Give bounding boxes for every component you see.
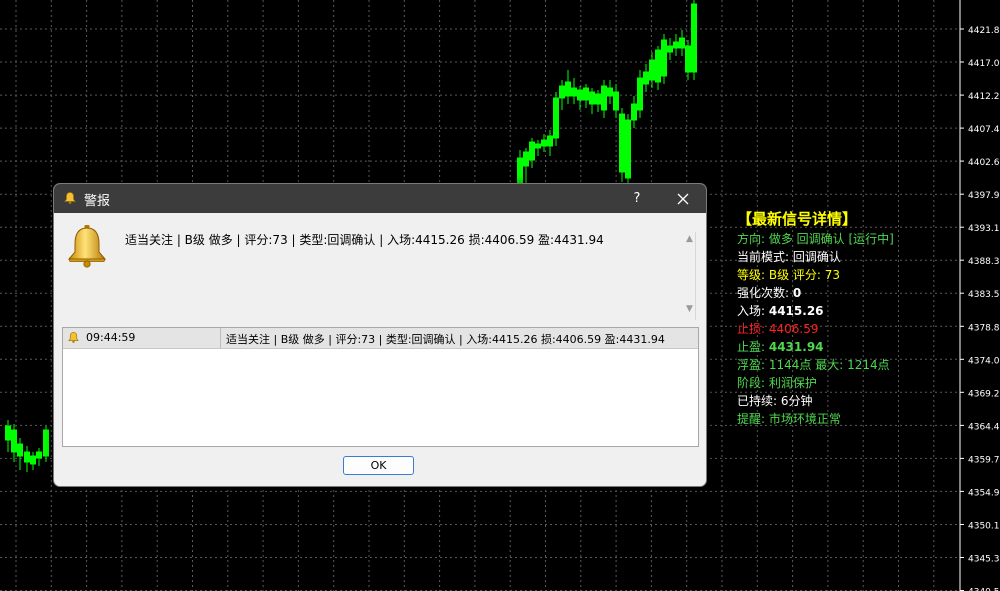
candlestick [619,108,625,182]
price-label: 4407.40 [968,125,1000,135]
signal-info-value: 4431.94 [768,340,824,354]
signal-info-panel: 【最新信号详情】 方向: 做多 回调确认 [运行中] 当前模式: 回调确认 等级: … [737,208,977,428]
alert-message: 适当关注 | B级 做多 | 评分:73 | 类型:回调确认 | 入场:4415… [125,233,604,247]
close-button[interactable] [672,188,694,210]
price-label: 4397.90 [968,191,1000,201]
signal-info-label: 入场: [737,304,769,318]
dialog-titlebar[interactable]: 警报 ? [54,184,706,213]
signal-info-title: 【最新信号详情】 [737,210,858,228]
price-label: 4350.10 [968,522,1000,532]
signal-info-line: 阶段: 利润保护 [737,374,977,392]
signal-info-value: 6分钟 [780,394,813,408]
signal-info-line: 浮盈: 1144点 最大: 1214点 [737,356,977,374]
signal-info-lines: 方向: 做多 回调确认 [运行中] 当前模式: 回调确认 等级: B级 评分: 73… [737,230,977,428]
price-label: 4402.60 [968,158,1000,168]
alert-time: 09:44:59 [86,331,136,344]
signal-info-value: B级 评分: 73 [768,268,841,282]
signal-info-label: 止盈: [737,340,769,354]
signal-info-value: 回调确认 [792,250,841,264]
price-label: 4359.70 [968,455,1000,465]
signal-info-line: 方向: 做多 回调确认 [运行中] [737,230,977,248]
signal-info-line: 止损: 4406.59 [737,320,977,338]
dialog-title: 警报 [84,194,111,209]
signal-info-label: 方向: [737,232,769,246]
candlestick [625,114,631,186]
signal-info-label: 阶段: [737,376,769,390]
scroll-up-arrow-icon[interactable]: ▲ [686,234,693,244]
signal-info-label: 浮盈: [737,358,769,372]
signal-info-value: 利润保护 [768,376,817,390]
message-scrollbar[interactable] [695,232,696,320]
signal-info-line: 入场: 4415.26 [737,302,977,320]
price-label: 4345.30 [968,555,1000,565]
signal-info-line: 强化次数: 0 [737,284,977,302]
alert-dialog: 警报 ? 适当关注 | B级 做多 | 评分:73 | 类型:回调确认 | 入场… [53,183,707,487]
price-label: 4340.50 [968,588,1000,591]
bell-icon [67,225,107,268]
signal-info-value: 4415.26 [768,304,824,318]
bell-icon [68,332,79,343]
alert-history-list[interactable]: 09:44:59 适当关注 | B级 做多 | 评分:73 | 类型:回调确认 … [62,327,699,447]
signal-info-label: 强化次数: [737,286,793,300]
signal-info-value: 市场环境正常 [768,412,841,426]
signal-info-value: 4406.59 [768,322,819,336]
signal-info-line: 提醒: 市场环境正常 [737,410,977,428]
scroll-down-arrow-icon[interactable]: ▼ [686,304,693,314]
table-row[interactable]: 09:44:59 适当关注 | B级 做多 | 评分:73 | 类型:回调确认 … [63,328,698,349]
close-icon [677,193,689,205]
price-label: 4354.90 [968,488,1000,498]
ok-button[interactable]: OK [343,456,414,475]
column-separator [220,328,221,348]
candlestick [553,92,559,146]
alert-row-message: 适当关注 | B级 做多 | 评分:73 | 类型:回调确认 | 入场:4415… [226,333,665,346]
signal-info-line: 止盈: 4431.94 [737,338,977,356]
signal-info-line: 当前模式: 回调确认 [737,248,977,266]
signal-info-label: 已持续: [737,394,781,408]
bell-icon [64,192,76,204]
price-label: 4417.00 [968,59,1000,69]
price-label: 4421.80 [968,26,1000,36]
signal-info-value: 0 [792,286,802,300]
signal-info-label: 提醒: [737,412,769,426]
candlestick [661,34,667,84]
signal-info-line: 等级: B级 评分: 73 [737,266,977,284]
signal-info-value: 1144点 最大: 1214点 [768,358,890,372]
signal-info-label: 当前模式: [737,250,793,264]
signal-info-label: 止损: [737,322,769,336]
signal-info-line: 已持续: 6分钟 [737,392,977,410]
signal-info-value: 做多 回调确认 [运行中] [768,232,894,246]
price-label: 4412.20 [968,92,1000,102]
help-button[interactable]: ? [626,188,648,210]
candlestick [691,0,697,80]
signal-info-label: 等级: [737,268,769,282]
